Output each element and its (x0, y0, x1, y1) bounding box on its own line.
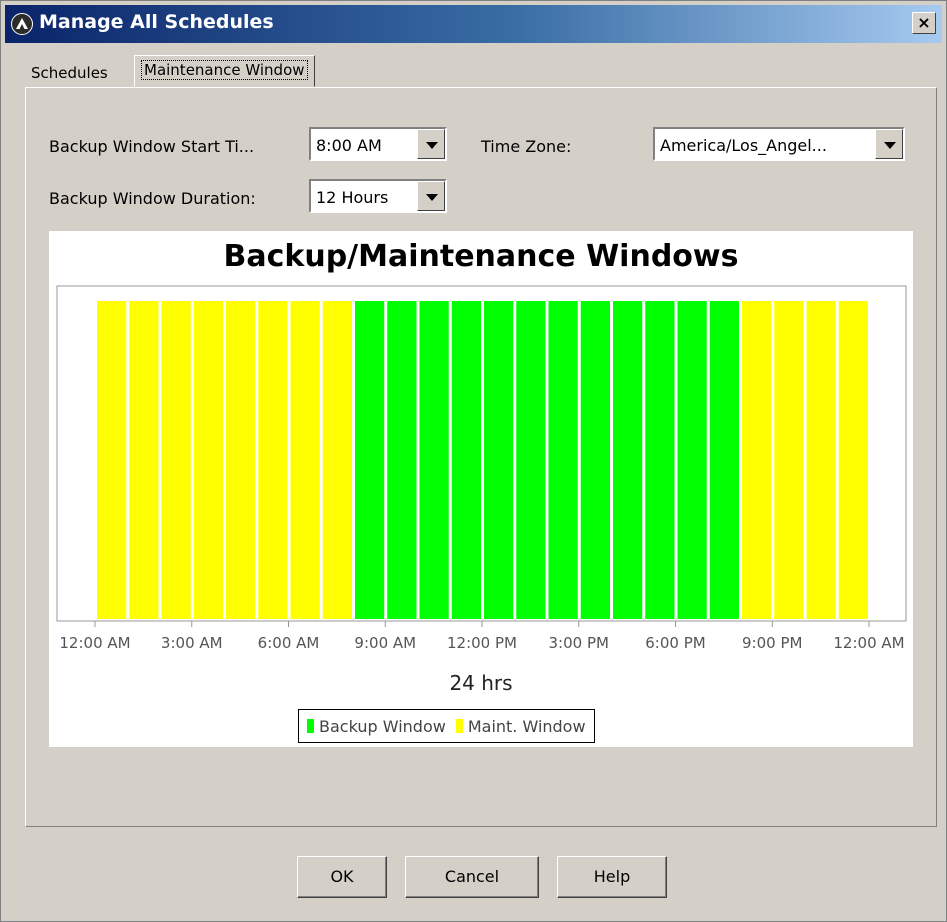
chart-bar (226, 301, 256, 619)
x-tick-label: 9:00 AM (354, 634, 416, 652)
chevron-down-icon[interactable] (417, 181, 445, 211)
chart-bar (516, 301, 546, 619)
chart-bar (774, 301, 804, 619)
manage-schedules-dialog: Manage All Schedules × Schedules Mainten… (0, 0, 947, 922)
legend-swatch-backup (307, 719, 314, 733)
x-tick-label: 12:00 AM (59, 634, 130, 652)
chevron-down-icon[interactable] (417, 129, 445, 159)
window-title: Manage All Schedules (39, 11, 274, 33)
duration-select[interactable]: 12 Hours (309, 179, 447, 213)
chart-bar (161, 301, 191, 619)
chart-bar (742, 301, 772, 619)
timezone-select[interactable]: America/Los_Angel... (653, 127, 905, 161)
chart-bar (322, 301, 352, 619)
legend-swatch-maint (455, 719, 463, 733)
chart-bar (709, 301, 739, 619)
chart-bar (290, 301, 320, 619)
app-logo-icon (11, 13, 33, 35)
chart-bar (613, 301, 643, 619)
chart-bar (838, 301, 868, 619)
duration-value: 12 Hours (316, 188, 389, 207)
chevron-down-icon[interactable] (875, 129, 903, 159)
x-tick-label: 12:00 PM (447, 634, 517, 652)
legend-item-backup: Backup Window (307, 717, 446, 736)
timezone-value: America/Los_Angel... (660, 136, 827, 155)
chart-bar (193, 301, 223, 619)
start-time-select[interactable]: 8:00 AM (309, 127, 447, 161)
chart-bar (451, 301, 481, 619)
x-tick-label: 6:00 PM (645, 634, 705, 652)
tab-schedules[interactable]: Schedules (31, 61, 108, 87)
chart-bar (580, 301, 610, 619)
tab-maintenance-window[interactable]: Maintenance Window (134, 55, 315, 87)
chart-bar (129, 301, 159, 619)
chart-bar (387, 301, 417, 619)
legend-item-maint: Maint. Window (455, 716, 586, 736)
title-bar[interactable]: Manage All Schedules × (5, 5, 942, 43)
start-time-label: Backup Window Start Ti... (49, 137, 255, 156)
legend-label-maint: Maint. Window (467, 716, 586, 736)
chart-bar (419, 301, 449, 619)
tab-maintenance-window-label: Maintenance Window (141, 60, 308, 80)
maintenance-chart: Backup/Maintenance Windows 12:00 AM 3:00 … (49, 231, 913, 747)
chart-legend: Backup Window Maint. Window (298, 709, 595, 743)
close-button[interactable]: × (912, 12, 936, 34)
x-tick-label: 6:00 AM (258, 634, 320, 652)
x-tick-label: 3:00 PM (549, 634, 609, 652)
chart-bar (548, 301, 578, 619)
x-tick-label: 3:00 AM (161, 634, 223, 652)
chart-bar (645, 301, 675, 619)
timezone-label: Time Zone: (481, 137, 572, 156)
chart-bar (677, 301, 707, 619)
ok-button[interactable]: OK (297, 856, 387, 898)
help-button[interactable]: Help (557, 856, 667, 898)
cancel-button[interactable]: Cancel (405, 856, 539, 898)
x-tick-label: 12:00 AM (833, 634, 904, 652)
chart-bar (355, 301, 385, 619)
legend-label-backup: Backup Window (319, 716, 446, 736)
chart-x-axis-label: 24 hrs (449, 671, 513, 695)
x-tick-label: 9:00 PM (742, 634, 802, 652)
chart-bar (806, 301, 836, 619)
duration-label: Backup Window Duration: (49, 189, 256, 208)
chart-bar (258, 301, 288, 619)
chart-bar (97, 301, 127, 619)
chart-bar (484, 301, 514, 619)
start-time-value: 8:00 AM (316, 136, 382, 155)
chart-plot: 12:00 AM 3:00 AM 6:00 AM 9:00 AM 12:00 PM 3:0… (56, 285, 907, 652)
